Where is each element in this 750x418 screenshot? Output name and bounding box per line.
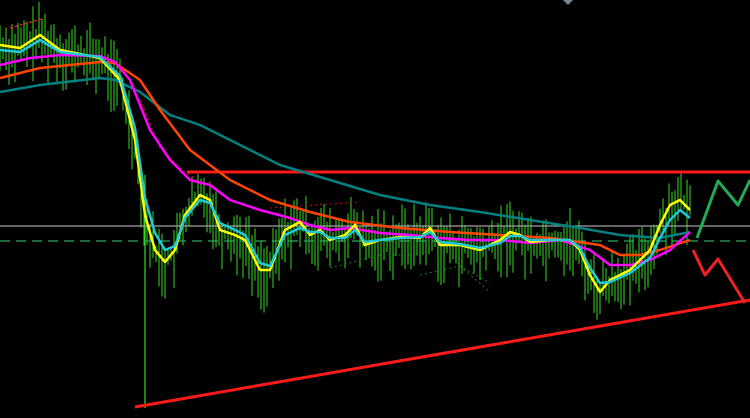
slow-ma-teal — [0, 76, 691, 240]
green-zigzag-projection[interactable] — [695, 179, 750, 239]
red-zigzag-projection[interactable] — [691, 249, 747, 304]
chart-shift-marker[interactable] — [563, 0, 573, 5]
top-red-dashed-line[interactable] — [9, 18, 43, 29]
price-chart[interactable] — [0, 0, 750, 418]
level-lines[interactable] — [0, 18, 750, 409]
support-trendline[interactable] — [134, 298, 750, 409]
dark-green-dotted-1 — [329, 254, 410, 269]
red-dotted-curve — [139, 99, 201, 183]
